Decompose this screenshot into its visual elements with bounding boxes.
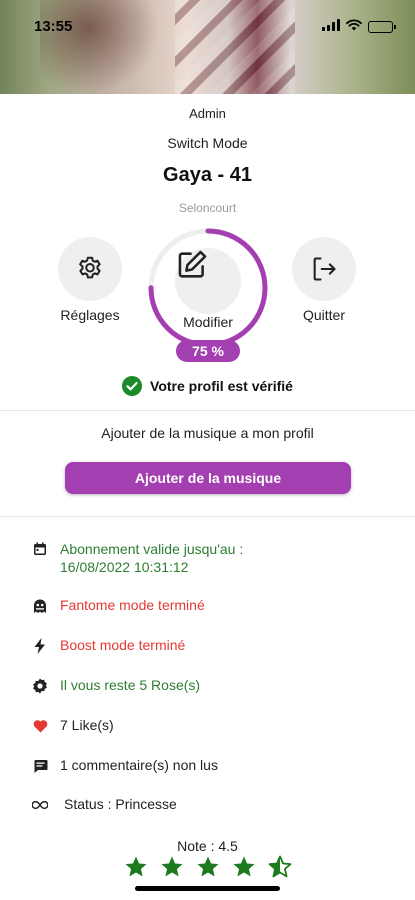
switch-mode-link[interactable]: Switch Mode: [0, 135, 415, 151]
status-info: Status : Princesse: [32, 796, 177, 813]
subscription-info: Abonnement valide jusqu'au : 16/08/2022 …: [32, 540, 243, 576]
status-text: Status : Princesse: [64, 796, 177, 812]
profile-city: Seloncourt: [178, 201, 237, 215]
wifi-icon: [346, 18, 362, 36]
quit-button[interactable]: Quitter: [292, 237, 356, 323]
star-full-icon: [197, 856, 219, 877]
boost-mode-info: Boost mode terminé: [32, 637, 185, 654]
edit-icon: [178, 250, 207, 278]
rating-stars: [124, 855, 292, 879]
rating-label: Note : 4.5: [177, 838, 238, 854]
completion-badge: 75 %: [176, 340, 240, 362]
settings-label: Réglages: [60, 307, 120, 323]
status-icons: [322, 18, 396, 36]
roses-text: Il vous reste 5 Rose(s): [60, 677, 201, 693]
ghost-mode-info: Fantome mode terminé: [32, 597, 205, 614]
comments-text: 1 commentaire(s) non lus: [60, 757, 218, 773]
status-bar: 13:55: [0, 0, 415, 50]
quit-circle[interactable]: [292, 237, 356, 301]
edit-button[interactable]: [175, 248, 241, 314]
battery-icon: [368, 21, 396, 33]
home-indicator: [135, 886, 280, 891]
comments-info: 1 commentaire(s) non lus: [32, 757, 218, 774]
verified-status: Votre profil est vérifié: [0, 376, 415, 396]
signal-icon: [322, 18, 340, 36]
check-circle-icon: [122, 376, 143, 396]
heart-icon: [32, 718, 48, 734]
ghost-icon: [32, 598, 48, 614]
divider: [0, 410, 415, 411]
badge-icon: [32, 678, 48, 694]
roses-info: Il vous reste 5 Rose(s): [32, 677, 200, 694]
ghost-mode-text: Fantome mode terminé: [60, 597, 205, 613]
star-half-icon: [268, 855, 292, 878]
likes-text: 7 Like(s): [60, 717, 114, 733]
profile-name: Gaya - 41: [163, 164, 252, 186]
music-prompt: Ajouter de la musique a mon profil: [101, 425, 314, 441]
verified-text: Votre profil est vérifié: [150, 378, 293, 394]
star-full-icon: [125, 856, 147, 877]
quit-label: Quitter: [302, 307, 345, 323]
settings-circle[interactable]: [58, 237, 122, 301]
bolt-icon: [32, 638, 48, 654]
star-full-icon: [233, 856, 255, 877]
add-music-button[interactable]: Ajouter de la musique: [65, 462, 351, 494]
subscription-text: Abonnement valide jusqu'au : 16/08/2022 …: [60, 541, 244, 575]
status-time: 13:55: [34, 18, 73, 35]
gear-icon: [79, 256, 101, 279]
calendar-icon: [32, 541, 48, 557]
infinity-icon: [32, 797, 48, 813]
boost-mode-text: Boost mode terminé: [60, 637, 186, 653]
role-label: Admin: [189, 106, 226, 121]
settings-button[interactable]: Réglages: [58, 237, 122, 323]
likes-info: 7 Like(s): [32, 717, 114, 734]
edit-label: Modifier: [183, 314, 233, 330]
divider: [0, 516, 415, 517]
edit-profile-progress[interactable]: Modifier: [148, 228, 268, 348]
logout-icon: [313, 257, 336, 281]
star-full-icon: [161, 856, 183, 877]
comment-icon: [32, 758, 48, 774]
